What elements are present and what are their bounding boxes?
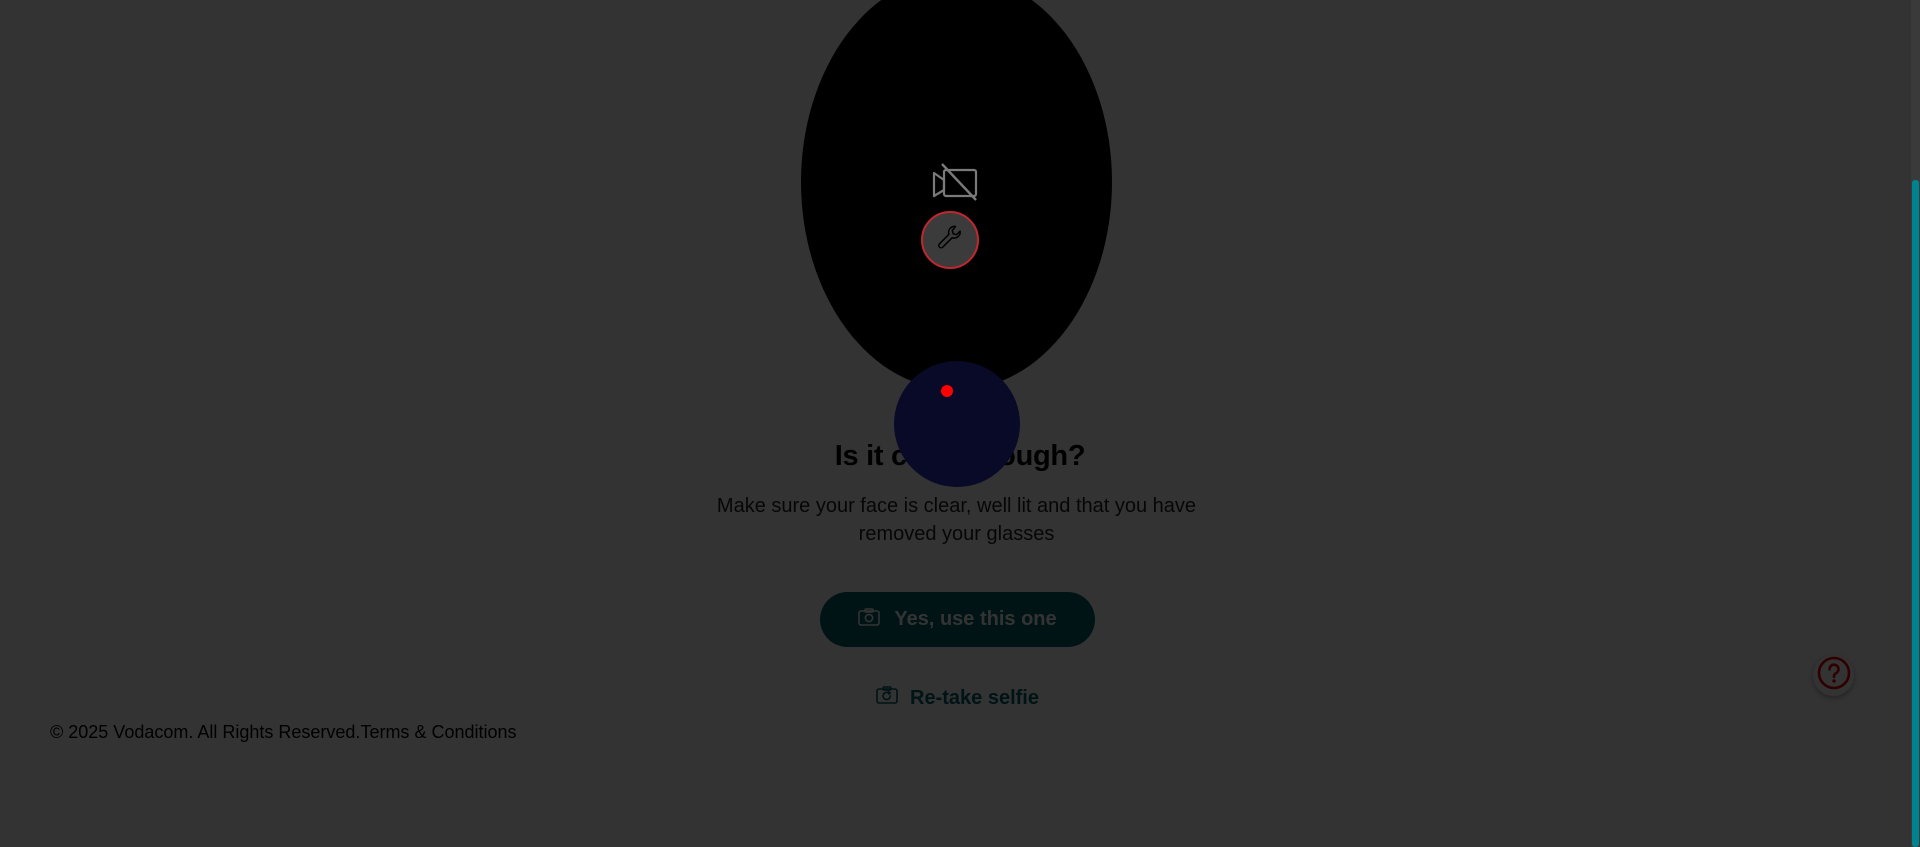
camera-retake-icon bbox=[876, 686, 898, 710]
terms-link[interactable]: Terms & Conditions bbox=[360, 722, 516, 742]
instructions-text: Make sure your face is clear, well lit a… bbox=[716, 495, 1197, 545]
recording-indicator bbox=[894, 361, 1020, 487]
tool-button[interactable] bbox=[921, 211, 979, 269]
use-selfie-button[interactable]: Yes, use this one bbox=[820, 592, 1095, 647]
scrollbar-thumb[interactable] bbox=[1912, 180, 1919, 847]
camera-off-icon bbox=[932, 162, 980, 202]
help-icon bbox=[1816, 655, 1852, 696]
help-button[interactable] bbox=[1813, 655, 1854, 696]
wrench-icon bbox=[934, 222, 966, 259]
copyright-text: © 2025 Vodacom. All Rights Reserved. bbox=[50, 722, 361, 742]
camera-icon bbox=[858, 607, 881, 632]
retake-selfie-link[interactable]: Re-take selfie bbox=[870, 680, 1045, 716]
record-dot bbox=[941, 385, 953, 397]
retake-selfie-label: Re-take selfie bbox=[910, 686, 1039, 709]
use-selfie-button-label: Yes, use this one bbox=[894, 608, 1057, 630]
footer: © 2025 Vodacom. All Rights Reserved.Term… bbox=[50, 722, 517, 743]
